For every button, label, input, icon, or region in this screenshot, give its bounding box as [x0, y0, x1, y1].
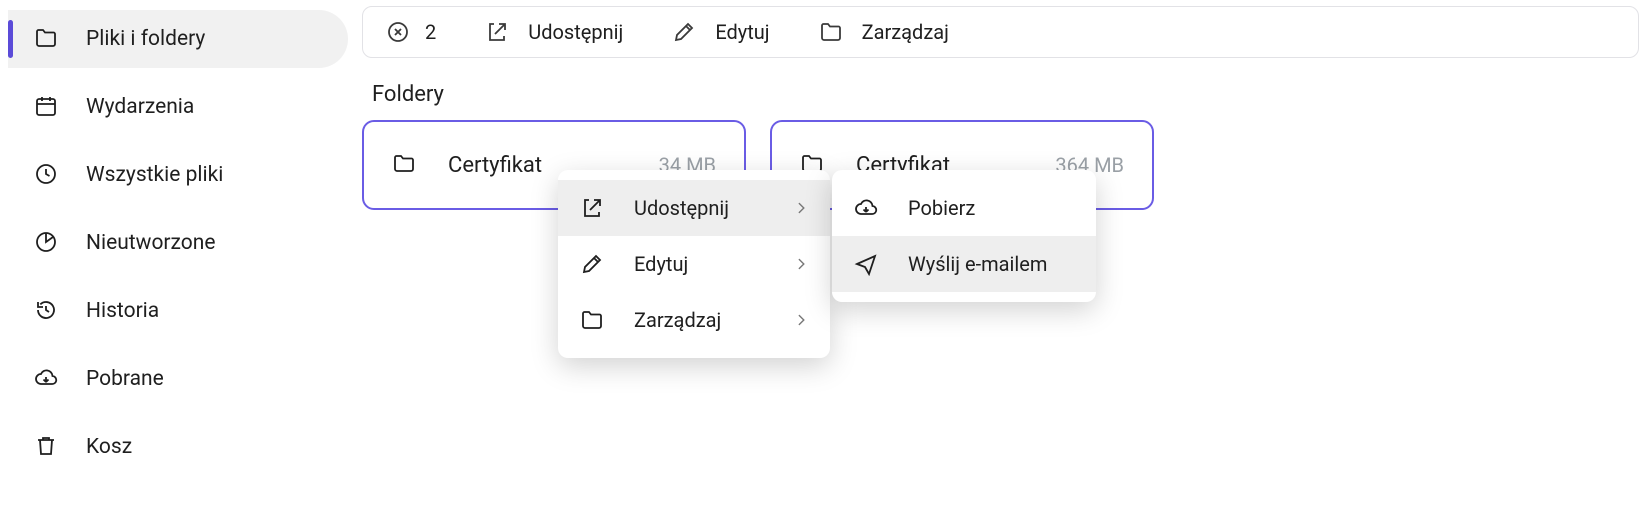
sidebar-item-label: Pobrane	[86, 367, 164, 391]
folder-icon	[392, 151, 422, 180]
action-label: Udostępnij	[528, 20, 623, 44]
sidebar-item-label: Nieutworzone	[86, 231, 216, 255]
selected-count: 2	[425, 20, 436, 44]
context-menu-share[interactable]: Udostępnij	[558, 180, 830, 236]
chevron-right-icon	[794, 308, 808, 332]
menu-item-label: Udostępnij	[634, 196, 794, 220]
sidebar-item-all-files[interactable]: Wszystkie pliki	[8, 146, 348, 204]
sidebar-item-files-folders[interactable]: Pliki i foldery	[8, 10, 348, 68]
context-menu-manage[interactable]: Zarządzaj	[558, 292, 830, 348]
trash-icon	[32, 434, 62, 460]
chevron-right-icon	[794, 196, 808, 220]
folder-open-icon	[32, 26, 62, 52]
download-cloud-icon	[32, 366, 62, 392]
sidebar-item-label: Wszystkie pliki	[86, 163, 223, 187]
submenu-send-email[interactable]: Wyślij e-mailem	[832, 236, 1096, 292]
action-manage[interactable]: Zarządzaj	[818, 19, 949, 45]
sidebar-item-trash[interactable]: Kosz	[8, 418, 348, 476]
action-share[interactable]: Udostępnij	[484, 19, 623, 45]
pencil-icon	[671, 19, 697, 45]
sidebar-item-history[interactable]: Historia	[8, 282, 348, 340]
close-circle-icon	[385, 19, 411, 45]
menu-item-label: Zarządzaj	[634, 308, 794, 332]
menu-item-label: Edytuj	[634, 252, 794, 276]
folder-open-icon	[580, 308, 608, 332]
sidebar-item-label: Historia	[86, 299, 159, 323]
clear-selection[interactable]: 2	[385, 19, 436, 45]
menu-item-label: Wyślij e-mailem	[908, 252, 1074, 276]
share-icon	[580, 196, 608, 220]
clock-icon	[32, 162, 62, 188]
chevron-right-icon	[794, 252, 808, 276]
send-icon	[854, 252, 882, 276]
section-title-folders: Foldery	[372, 82, 444, 107]
action-edit[interactable]: Edytuj	[671, 19, 769, 45]
context-submenu-share: Pobierz Wyślij e-mailem	[832, 170, 1096, 302]
sidebar-item-label: Kosz	[86, 435, 132, 459]
folder-open-icon	[818, 19, 844, 45]
sidebar: Pliki i foldery Wydarzenia Wszystkie pli…	[8, 10, 348, 486]
action-label: Zarządzaj	[862, 20, 949, 44]
context-menu-edit[interactable]: Edytuj	[558, 236, 830, 292]
history-icon	[32, 298, 62, 324]
pencil-icon	[580, 252, 608, 276]
calendar-icon	[32, 94, 62, 120]
sidebar-item-downloads[interactable]: Pobrane	[8, 350, 348, 408]
menu-item-label: Pobierz	[908, 196, 1074, 220]
selection-action-bar: 2 Udostępnij Edytuj Zarządzaj	[362, 6, 1639, 58]
sidebar-item-label: Wydarzenia	[86, 95, 194, 119]
context-menu: Udostępnij Edytuj Zarządzaj	[558, 170, 830, 358]
submenu-download[interactable]: Pobierz	[832, 180, 1096, 236]
share-icon	[484, 19, 510, 45]
action-label: Edytuj	[715, 20, 769, 44]
sidebar-item-uncreated[interactable]: Nieutworzone	[8, 214, 348, 272]
pie-icon	[32, 230, 62, 256]
download-cloud-icon	[854, 196, 882, 220]
sidebar-item-events[interactable]: Wydarzenia	[8, 78, 348, 136]
sidebar-item-label: Pliki i foldery	[86, 27, 205, 51]
